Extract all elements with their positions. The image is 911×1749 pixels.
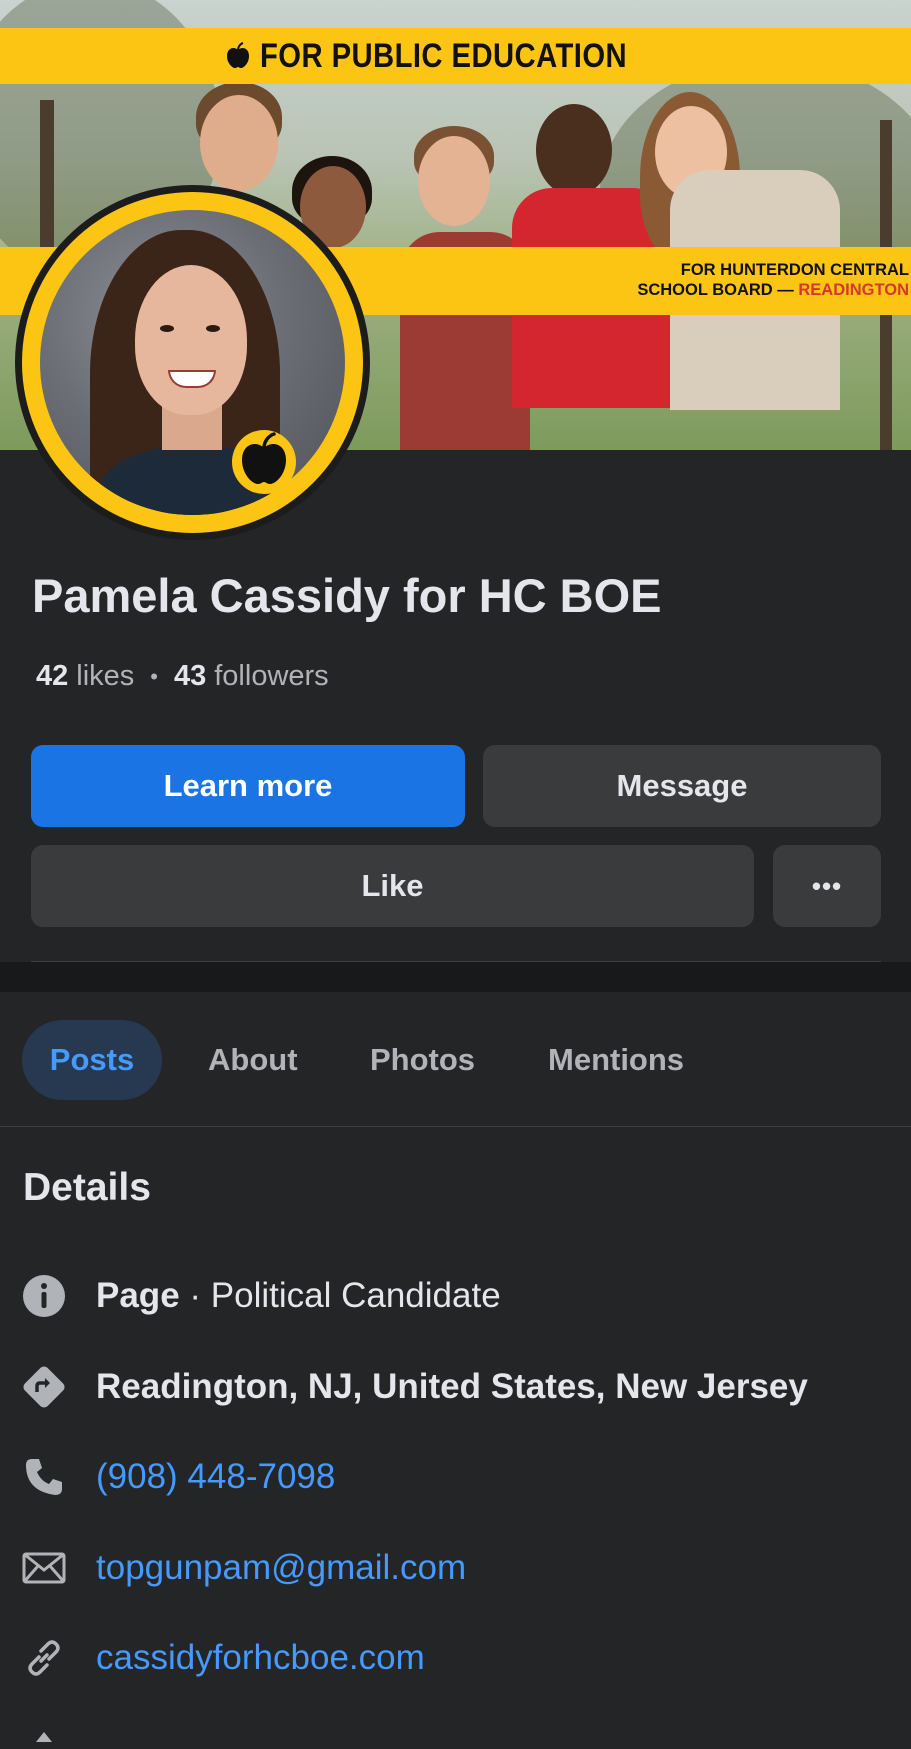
likes-count: 42 xyxy=(36,660,69,692)
cover-banner-line2-b: READINGTON xyxy=(798,281,909,299)
cover-banner-line2: SCHOOL BOARD — READINGTON xyxy=(637,281,909,300)
more-options-button[interactable]: ••• xyxy=(773,845,881,927)
cover-banner-top-text: FOR PUBLIC EDUCATION xyxy=(260,36,628,75)
directions-icon xyxy=(20,1363,68,1411)
detail-phone[interactable]: (908) 448-7098 xyxy=(20,1447,900,1507)
section-separator xyxy=(0,962,911,992)
detail-website[interactable]: cassidyforhcboe.com xyxy=(20,1628,900,1688)
mail-icon xyxy=(20,1544,68,1592)
page-title: Pamela Cassidy for HC BOE xyxy=(32,569,662,622)
stats-separator: • xyxy=(150,663,158,689)
phone-link[interactable]: (908) 448-7098 xyxy=(96,1457,335,1497)
partial-icon xyxy=(20,1719,68,1749)
detail-page-type: Page · Political Candidate xyxy=(20,1266,900,1326)
apple-icon xyxy=(227,42,250,68)
followers-count: 43 xyxy=(173,660,207,692)
divider xyxy=(0,1126,911,1127)
learn-more-button[interactable]: Learn more xyxy=(31,745,465,827)
cover-banner-line2-a: SCHOOL BOARD — xyxy=(637,281,799,299)
apple-badge-icon xyxy=(232,430,296,494)
detail-address[interactable]: Readington, NJ, United States, New Jerse… xyxy=(20,1357,900,1417)
page-type-separator: · xyxy=(179,1276,211,1315)
cover-banner-line1: FOR HUNTERDON CENTRAL xyxy=(680,261,909,279)
detail-page-type-text: Page · Political Candidate xyxy=(96,1276,501,1316)
address-text: Readington, NJ, United States, New Jerse… xyxy=(96,1367,808,1407)
likes-label[interactable]: likes xyxy=(76,660,134,693)
link-icon xyxy=(20,1634,68,1682)
phone-icon xyxy=(20,1453,68,1501)
tab-mentions[interactable]: Mentions xyxy=(548,1020,684,1100)
tab-about[interactable]: About xyxy=(208,1020,298,1100)
page-type-value: Political Candidate xyxy=(210,1276,501,1315)
cover-banner-top: FOR PUBLIC EDUCATION xyxy=(0,28,911,84)
like-button[interactable]: Like xyxy=(31,845,754,927)
profile-tabs: Posts About Photos Mentions xyxy=(0,992,911,1126)
tab-posts[interactable]: Posts xyxy=(22,1020,162,1100)
page-type-label: Page xyxy=(96,1276,180,1315)
website-link[interactable]: cassidyforhcboe.com xyxy=(96,1638,425,1678)
detail-row-partial xyxy=(20,1719,900,1749)
tab-photos[interactable]: Photos xyxy=(370,1020,475,1100)
detail-email[interactable]: topgunpam@gmail.com xyxy=(20,1538,900,1598)
message-button[interactable]: Message xyxy=(483,745,881,827)
details-heading: Details xyxy=(23,1166,151,1209)
email-link[interactable]: topgunpam@gmail.com xyxy=(96,1548,466,1588)
page-stats: 42 likes • 43 followers xyxy=(36,660,329,693)
followers-label[interactable]: followers xyxy=(214,660,328,693)
info-icon xyxy=(20,1272,68,1320)
address-value: Readington, NJ, United States, New Jerse… xyxy=(96,1367,808,1406)
